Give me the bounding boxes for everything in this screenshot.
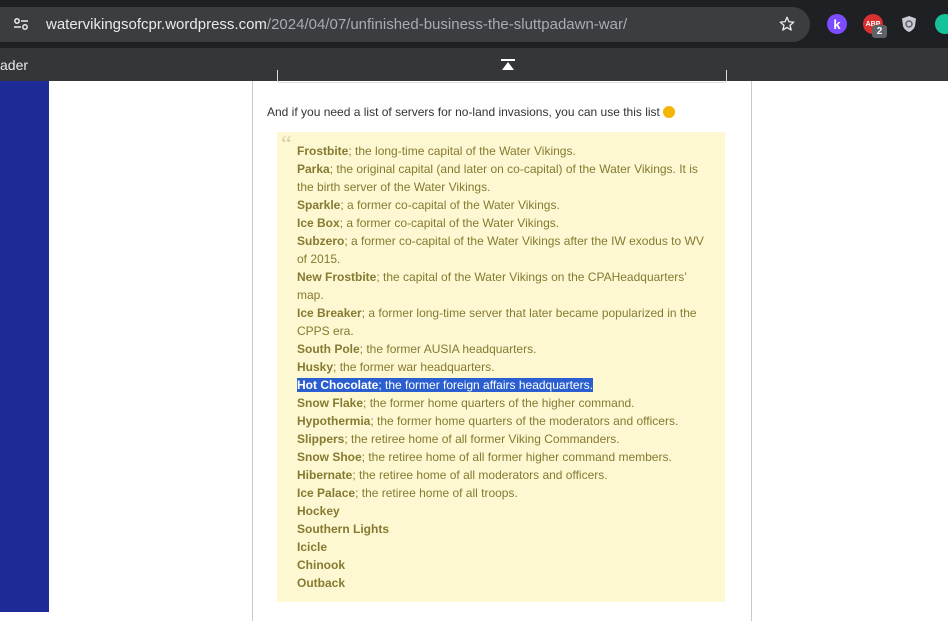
- server-name: Sparkle: [297, 198, 341, 212]
- server-entry-text: Hibernate; the retiree home of all moder…: [297, 468, 608, 482]
- server-name: Chinook: [297, 558, 345, 572]
- server-name: Hypothermia: [297, 414, 371, 428]
- server-name: Ice Breaker: [297, 306, 362, 320]
- server-list-item: Southern Lights: [297, 520, 707, 538]
- k-extension-label: k: [833, 16, 841, 32]
- server-name: Parka: [297, 162, 330, 176]
- server-entry-text: Ice Box; a former co-capital of the Wate…: [297, 216, 559, 230]
- server-description: ; a former co-capital of the Water Vikin…: [339, 216, 560, 230]
- server-name: Hibernate: [297, 468, 353, 482]
- server-entry-text: Hot Chocolate; the former foreign affair…: [297, 378, 593, 392]
- server-description: ; the former home quarters of the higher…: [363, 396, 635, 410]
- server-list-item: Snow Shoe; the retiree home of all forme…: [297, 448, 707, 466]
- url-text[interactable]: watervikingsofcpr.wordpress.com/2024/04/…: [46, 16, 627, 33]
- server-list-item: Slippers; the retiree home of all former…: [297, 430, 707, 448]
- server-name: Icicle: [297, 540, 328, 554]
- server-name: South Pole: [297, 342, 360, 356]
- server-name: Husky: [297, 360, 334, 374]
- server-list-item: Husky; the former war headquarters.: [297, 358, 707, 376]
- shield-extension-icon[interactable]: [899, 14, 919, 34]
- server-list-item: Ice Box; a former co-capital of the Wate…: [297, 214, 707, 232]
- server-description: ; a former co-capital of the Water Vikin…: [297, 234, 704, 266]
- server-name: Ice Palace: [297, 486, 356, 500]
- server-list-item: Icicle: [297, 538, 707, 556]
- server-entry-text: Southern Lights: [297, 522, 389, 536]
- server-list-item: Chinook: [297, 556, 707, 574]
- server-name: Slippers: [297, 432, 345, 446]
- server-entry-text: Ice Breaker; a former long-time server t…: [297, 306, 697, 338]
- server-description: ; the original capital (and later on co-…: [297, 162, 698, 194]
- sidebar-stripe: [0, 81, 49, 612]
- server-entry-text: Subzero; a former co-capital of the Wate…: [297, 234, 704, 266]
- server-entry-text: Parka; the original capital (and later o…: [297, 162, 698, 194]
- server-list-item: Sparkle; a former co-capital of the Wate…: [297, 196, 707, 214]
- server-list-blockquote: “ Frostbite; the long-time capital of th…: [277, 132, 725, 602]
- server-entry-text: Hypothermia; the former home quarters of…: [297, 414, 678, 428]
- server-description: ; the former AUSIA headquarters.: [359, 342, 537, 356]
- quote-mark-icon: “: [281, 132, 292, 158]
- server-list-item: Ice Breaker; a former long-time server t…: [297, 304, 707, 340]
- server-entry-text: Chinook: [297, 558, 345, 572]
- server-description: ; the former war headquarters.: [333, 360, 495, 374]
- browser-toolbar: watervikingsofcpr.wordpress.com/2024/04/…: [0, 0, 948, 48]
- server-description: ; the retiree home of all moderators and…: [352, 468, 608, 482]
- server-description: ; the retiree home of all troops.: [355, 486, 518, 500]
- server-description: ; the retiree home of all former Viking …: [344, 432, 620, 446]
- server-description: ; the former home quarters of the modera…: [370, 414, 679, 428]
- intro-text: And if you need a list of servers for no…: [267, 105, 660, 119]
- adblock-count-badge: 2: [872, 25, 887, 38]
- server-name: Frostbite: [297, 144, 349, 158]
- server-entry-text: Frostbite; the long-time capital of the …: [297, 144, 576, 158]
- address-bar[interactable]: watervikingsofcpr.wordpress.com/2024/04/…: [0, 7, 810, 42]
- server-list-item: Ice Palace; the retiree home of all troo…: [297, 484, 707, 502]
- server-entry-text: Snow Flake; the former home quarters of …: [297, 396, 635, 410]
- server-description: ; the long-time capital of the Water Vik…: [348, 144, 576, 158]
- server-entry-text: Slippers; the retiree home of all former…: [297, 432, 620, 446]
- server-entry-text: Snow Shoe; the retiree home of all forme…: [297, 450, 672, 464]
- server-description: ; the former foreign affairs headquarter…: [378, 378, 593, 392]
- server-list-item: Outback: [297, 574, 707, 592]
- server-name: Southern Lights: [297, 522, 389, 536]
- server-name: New Frostbite: [297, 270, 377, 284]
- server-list-item: Hockey: [297, 502, 707, 520]
- bookmark-star-icon[interactable]: [776, 13, 798, 35]
- server-entry-text: New Frostbite; the capital of the Water …: [297, 270, 687, 302]
- server-name: Snow Shoe: [297, 450, 362, 464]
- server-list-item: Subzero; a former co-capital of the Wate…: [297, 232, 707, 268]
- server-list-item: New Frostbite; the capital of the Water …: [297, 268, 707, 304]
- server-entry-text: Sparkle; a former co-capital of the Wate…: [297, 198, 560, 212]
- server-entry-text: Outback: [297, 576, 345, 590]
- server-entry-text: Hockey: [297, 504, 340, 518]
- site-info-icon[interactable]: [12, 15, 30, 33]
- server-list: Frostbite; the long-time capital of the …: [297, 142, 707, 592]
- server-list-item: Hibernate; the retiree home of all moder…: [297, 466, 707, 484]
- server-name: Outback: [297, 576, 346, 590]
- server-list-item: Parka; the original capital (and later o…: [297, 160, 707, 196]
- url-host: watervikingsofcpr.wordpress.com: [46, 16, 267, 33]
- server-entry-text: South Pole; the former AUSIA headquarter…: [297, 342, 536, 356]
- server-entry-text: Ice Palace; the retiree home of all troo…: [297, 486, 518, 500]
- grammarly-extension-icon[interactable]: [935, 14, 948, 34]
- bookmark-item[interactable]: ader: [0, 57, 28, 73]
- server-description: ; a former co-capital of the Water Vikin…: [340, 198, 560, 212]
- server-list-item: South Pole; the former AUSIA headquarter…: [297, 340, 707, 358]
- previous-block-edge: [277, 70, 727, 83]
- server-entry-text: Husky; the former war headquarters.: [297, 360, 494, 374]
- server-list-item: Hot Chocolate; the former foreign affair…: [297, 376, 707, 394]
- server-name: Hot Chocolate: [297, 378, 379, 392]
- server-name: Snow Flake: [297, 396, 364, 410]
- server-list-item: Hypothermia; the former home quarters of…: [297, 412, 707, 430]
- server-name: Subzero: [297, 234, 345, 248]
- server-name: Ice Box: [297, 216, 340, 230]
- wink-emoji-icon: [662, 106, 675, 118]
- article-intro: And if you need a list of servers for no…: [267, 105, 675, 119]
- server-list-item: Frostbite; the long-time capital of the …: [297, 142, 707, 160]
- server-entry-text: Icicle: [297, 540, 327, 554]
- server-description: ; the retiree home of all former higher …: [361, 450, 672, 464]
- k-extension-icon[interactable]: k: [827, 14, 847, 34]
- server-list-item: Snow Flake; the former home quarters of …: [297, 394, 707, 412]
- url-path: /2024/04/07/unfinished-business-the-slut…: [266, 16, 628, 33]
- server-name: Hockey: [297, 504, 340, 518]
